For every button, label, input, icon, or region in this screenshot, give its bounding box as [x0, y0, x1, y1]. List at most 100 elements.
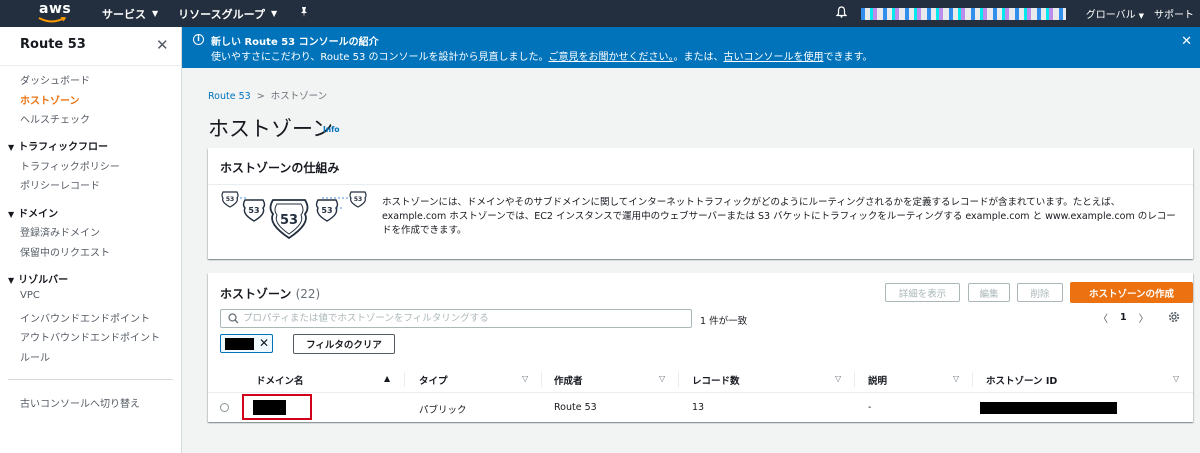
- breadcrumb: Route 53 > ホストゾーン: [208, 88, 327, 102]
- breadcrumb-route53-link[interactable]: Route 53: [208, 91, 251, 102]
- svg-text:53: 53: [280, 213, 298, 228]
- banner-title: 新しい Route 53 コンソールの紹介: [211, 37, 379, 48]
- bell-icon[interactable]: [835, 6, 848, 21]
- how-it-works-panel: ホストゾーンの仕組み 53 53 53 53 53 ホストゾーンには、ドメインや…: [208, 148, 1193, 259]
- table-title: ホストゾーン (22): [220, 287, 321, 301]
- sidebar-item-vpc[interactable]: VPC: [20, 290, 40, 301]
- switch-old-console-link[interactable]: 古いコンソールへ切り替え: [20, 395, 140, 410]
- info-icon: i: [193, 34, 204, 45]
- row-record-count: 13: [692, 402, 705, 413]
- create-hosted-zone-button[interactable]: ホストゾーンの作成: [1070, 282, 1193, 303]
- column-record-count[interactable]: レコード数: [692, 373, 740, 387]
- delete-button[interactable]: 削除: [1017, 283, 1063, 302]
- pagination: 〈 1 〉: [1098, 310, 1149, 325]
- sidebar-item-pending-requests[interactable]: 保留中のリクエスト: [20, 244, 110, 259]
- column-divider: [972, 372, 973, 387]
- pin-icon[interactable]: [299, 7, 309, 20]
- sort-ascending-icon[interactable]: ▲: [384, 373, 390, 384]
- caret-down-icon: ▼: [8, 210, 15, 219]
- table-row[interactable]: パブリック Route 53 13 -: [208, 394, 1193, 421]
- caret-down-icon: ▼: [8, 143, 15, 152]
- svg-text:53: 53: [226, 196, 234, 203]
- how-it-works-description: ホストゾーンには、ドメインやそのサブドメインに関してインターネットトラフィックが…: [382, 197, 1176, 236]
- divider: [0, 65, 181, 66]
- sidebar-item-dashboard[interactable]: ダッシュボード: [20, 72, 90, 87]
- search-icon: [228, 313, 239, 324]
- remove-filter-icon[interactable]: ✕: [259, 336, 269, 350]
- new-console-banner: i 新しい Route 53 コンソールの紹介 使いやすさにこだわり、Route…: [182, 27, 1200, 68]
- sidebar-item-health-checks[interactable]: ヘルスチェック: [20, 111, 90, 126]
- support-menu[interactable]: サポート: [1154, 6, 1194, 21]
- banner-text: 使いやすさにこだわり、Route 53 のコンソールを設計から見直しました。ご意…: [211, 52, 873, 63]
- filter-token: ✕: [220, 334, 273, 353]
- redacted-domain-name: [253, 400, 286, 415]
- filter-search-input[interactable]: [243, 312, 683, 325]
- chevron-down-icon: ▼: [1138, 12, 1144, 20]
- match-count: 1 件が一致: [700, 316, 748, 327]
- column-description[interactable]: 説明: [868, 373, 887, 387]
- row-select-radio[interactable]: [220, 403, 229, 412]
- close-icon[interactable]: ✕: [156, 36, 169, 54]
- sidebar-item-policy-records[interactable]: ポリシーレコード: [20, 177, 100, 192]
- svg-text:53: 53: [321, 206, 332, 215]
- caret-down-icon: ▼: [8, 276, 15, 285]
- services-menu[interactable]: サービス ▼: [102, 6, 158, 22]
- hosted-zones-panel: ホストゾーン (22) 詳細を表示 編集 削除 ホストゾーンの作成 1 件が一致…: [208, 273, 1193, 422]
- column-divider: [854, 372, 855, 387]
- sidebar-item-hosted-zones[interactable]: ホストゾーン: [20, 92, 80, 107]
- column-created-by[interactable]: 作成者: [554, 373, 583, 387]
- resource-groups-menu[interactable]: リソースグループ ▼: [178, 6, 277, 22]
- sidebar-item-inbound-endpoints[interactable]: インバウンドエンドポイント: [20, 310, 150, 325]
- filter-search-box: [220, 309, 692, 328]
- column-divider: [678, 372, 679, 387]
- column-hosted-zone-id[interactable]: ホストゾーン ID: [986, 373, 1057, 387]
- column-type[interactable]: タイプ: [419, 373, 448, 387]
- sidebar-item-outbound-endpoints[interactable]: アウトバウンドエンドポイント: [20, 329, 160, 344]
- chevron-right-icon: >: [256, 91, 265, 102]
- chevron-right-icon[interactable]: 〉: [1139, 310, 1149, 325]
- edit-button[interactable]: 編集: [968, 283, 1010, 302]
- table-header: ドメイン名 ▲ タイプ ▽ 作成者 ▽ レコード数 ▽ 説明 ▽ ホストゾーン …: [208, 366, 1193, 393]
- sort-icon[interactable]: ▽: [953, 373, 959, 384]
- highlighted-domain-cell[interactable]: [242, 394, 312, 420]
- feedback-link[interactable]: ご意見をお聞かせください。: [549, 52, 674, 63]
- redacted-hosted-zone-id: [980, 402, 1117, 414]
- sort-icon[interactable]: ▽: [522, 373, 528, 384]
- top-navigation-bar: aws サービス ▼ リソースグループ ▼ グローバル ▼ サポート: [0, 0, 1200, 27]
- svg-text:53: 53: [248, 206, 259, 215]
- breadcrumb-current: ホストゾーン: [270, 91, 328, 102]
- panel-title: ホストゾーンの仕組み: [220, 161, 340, 175]
- use-old-console-link[interactable]: 古いコンソールを使用: [724, 52, 824, 63]
- view-details-button[interactable]: 詳細を表示: [885, 283, 960, 302]
- row-type: パブリック: [419, 405, 467, 416]
- sort-icon[interactable]: ▽: [659, 373, 665, 384]
- account-menu-redacted[interactable]: [860, 7, 1066, 20]
- sort-icon[interactable]: ▽: [835, 373, 841, 384]
- row-description: -: [868, 402, 872, 413]
- chevron-down-icon: ▼: [152, 9, 159, 18]
- route53-shields-illustration: 53 53 53 53 53: [221, 191, 367, 240]
- chevron-left-icon[interactable]: 〈: [1098, 310, 1108, 325]
- sort-icon[interactable]: ▽: [1173, 373, 1179, 384]
- column-divider: [541, 372, 542, 387]
- column-divider: [404, 372, 405, 387]
- gear-icon[interactable]: [1168, 311, 1180, 323]
- close-icon[interactable]: ✕: [1181, 34, 1192, 49]
- region-menu[interactable]: グローバル ▼: [1086, 6, 1144, 21]
- info-link[interactable]: Info: [323, 125, 340, 134]
- page-number[interactable]: 1: [1120, 312, 1127, 323]
- chevron-down-icon: ▼: [270, 9, 278, 18]
- clear-filter-button[interactable]: フィルタのクリア: [293, 334, 395, 354]
- column-domain-name[interactable]: ドメイン名: [256, 373, 304, 387]
- sidebar-item-registered-domains[interactable]: 登録済みドメイン: [20, 224, 100, 239]
- sidebar-item-rules[interactable]: ルール: [20, 349, 50, 364]
- sidebar-section-domains[interactable]: ▼ ドメイン: [8, 205, 58, 220]
- redacted-filter-value: [225, 338, 254, 350]
- aws-smile-icon: [38, 17, 66, 23]
- divider: [208, 184, 1193, 185]
- sidebar-section-resolver[interactable]: ▼ リゾルバー: [8, 271, 68, 286]
- sidebar-item-traffic-policies[interactable]: トラフィックポリシー: [20, 158, 120, 173]
- sidebar-section-traffic-flow[interactable]: ▼ トラフィックフロー: [8, 138, 108, 153]
- aws-logo[interactable]: aws: [30, 0, 90, 27]
- row-created-by: Route 53: [554, 402, 597, 413]
